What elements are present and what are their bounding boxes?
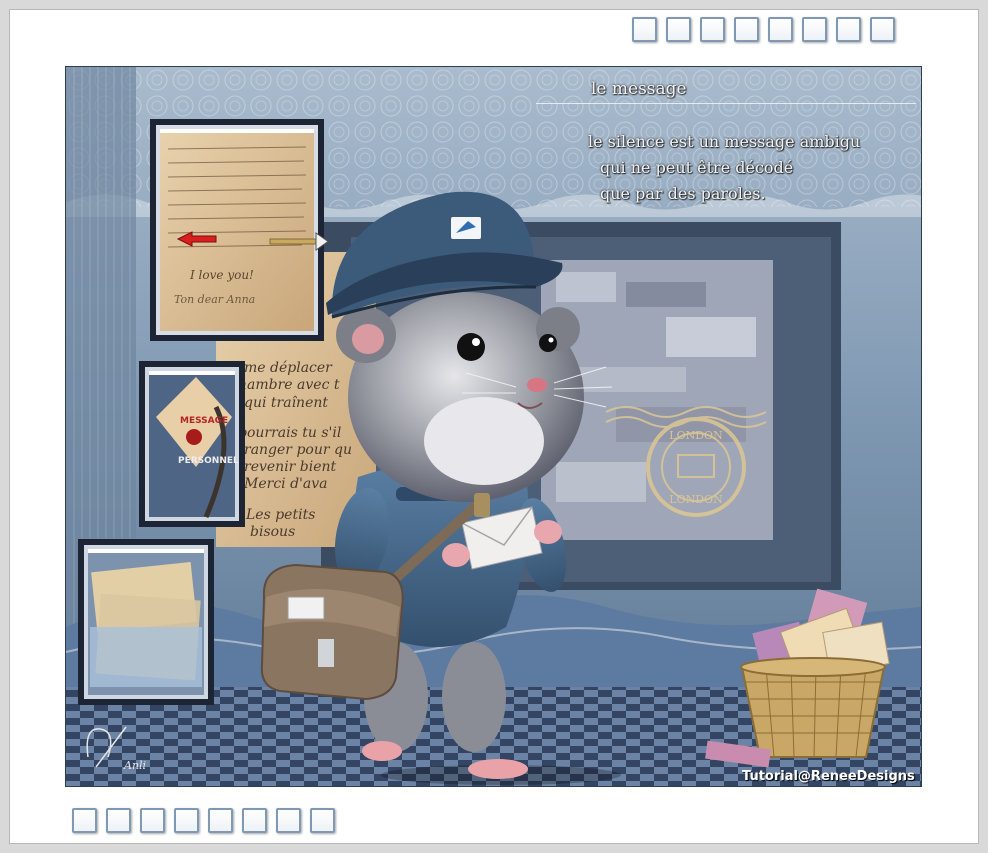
top-decor-squares <box>632 17 895 42</box>
decor-square <box>836 17 861 42</box>
envelope-text-1: MESSAGE <box>180 416 228 426</box>
envelope-photo-frame <box>139 361 245 527</box>
letter-sign-text: Ton dear Anna <box>174 293 255 306</box>
letter-line: revenir bient <box>244 459 337 475</box>
letter-photo-frame: I love you! Ton dear Anna <box>150 119 324 341</box>
stamp-text-bottom: LONDON <box>669 493 723 506</box>
papers-photo-frame <box>78 539 214 705</box>
artwork-canvas: LONDON LONDON me déplacer hambre avec t … <box>65 66 922 787</box>
decor-square <box>276 808 301 833</box>
bottom-decor-squares <box>72 808 335 833</box>
letter-line: me déplacer <box>244 360 333 376</box>
letter-line: bisous <box>250 524 295 540</box>
decor-square <box>802 17 827 42</box>
poem-rule <box>536 103 916 104</box>
watermark-text: Tutorial@ReneeDesigns <box>742 769 915 784</box>
decor-square <box>174 808 199 833</box>
decor-square <box>242 808 267 833</box>
decor-square <box>734 17 759 42</box>
envelope-text-2: PERSONNEL <box>178 456 239 466</box>
decor-square <box>208 808 233 833</box>
letter-love-text: I love you! <box>189 268 254 282</box>
signature-text: Anli <box>123 759 146 772</box>
decor-square <box>870 17 895 42</box>
letter-line: qui traînent <box>244 395 328 411</box>
letter-line: ranger pour qu <box>244 442 352 458</box>
poem-title: le message <box>591 79 687 99</box>
letter-line: Les petits <box>245 507 315 523</box>
decor-square <box>768 17 793 42</box>
decor-square <box>72 808 97 833</box>
letter-line: hambre avec t <box>238 377 340 393</box>
decor-square <box>310 808 335 833</box>
decor-square <box>140 808 165 833</box>
decor-square <box>700 17 725 42</box>
decor-square <box>632 17 657 42</box>
stamp-text-top: LONDON <box>669 429 723 442</box>
poem-line: le silence est un message ambigu <box>588 132 861 151</box>
decor-square <box>666 17 691 42</box>
letter-line: pourrais tu s'il <box>238 425 341 441</box>
decor-square <box>106 808 131 833</box>
poem-line: que par des paroles. <box>600 184 766 203</box>
letter-line: Merci d'ava <box>243 476 328 492</box>
poem-line: qui ne peut être décodé <box>600 158 794 177</box>
poem-text: le silence est un message ambigu qui ne … <box>588 129 908 207</box>
